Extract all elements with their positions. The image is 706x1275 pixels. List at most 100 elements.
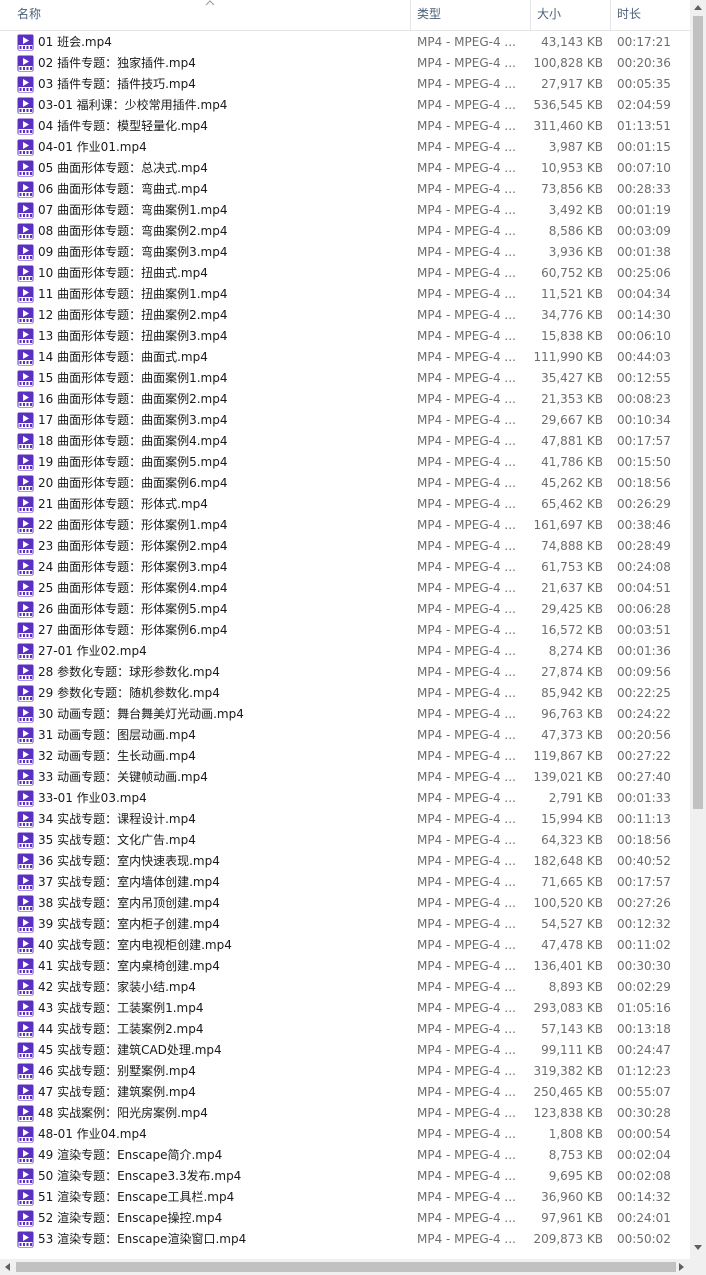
file-row[interactable]: 35 实战专题：文化广告.mp4 MP4 - MPEG-4 ... 64,323 K… xyxy=(0,830,690,851)
file-row[interactable]: 37 实战专题：室内墙体创建.mp4 MP4 - MPEG-4 ... 71,665… xyxy=(0,872,690,893)
file-duration: 00:24:08 xyxy=(617,560,671,574)
file-row[interactable]: 31 动画专题：图层动画.mp4 MP4 - MPEG-4 ... 47,373 K… xyxy=(0,725,690,746)
file-row[interactable]: 45 实战专题：建筑CAD处理.mp4 MP4 - MPEG-4 ... 99,11… xyxy=(0,1040,690,1061)
file-row[interactable]: 32 动画专题：生长动画.mp4 MP4 - MPEG-4 ... 119,867 … xyxy=(0,746,690,767)
file-row[interactable]: 21 曲面形体专题：形体式.mp4 MP4 - MPEG-4 ... 65,462 … xyxy=(0,494,690,515)
file-type: MP4 - MPEG-4 ... xyxy=(417,434,516,448)
file-row[interactable]: 48 实战案例：阳光房案例.mp4 MP4 - MPEG-4 ... 123,838… xyxy=(0,1103,690,1124)
file-size: 161,697 KB xyxy=(533,518,603,532)
column-header-duration[interactable]: 时长 xyxy=(611,0,690,30)
file-row[interactable]: 53 渲染专题：Enscape渲染窗口.mp4 MP4 - MPEG-4 ... 2… xyxy=(0,1229,690,1250)
file-row[interactable]: 34 实战专题：课程设计.mp4 MP4 - MPEG-4 ... 15,994 K… xyxy=(0,809,690,830)
file-duration: 00:24:47 xyxy=(617,1043,671,1057)
mp4-video-file-icon xyxy=(17,1189,34,1206)
mp4-video-file-icon xyxy=(17,1105,34,1122)
file-row[interactable]: 12 曲面形体专题：扭曲案例2.mp4 MP4 - MPEG-4 ... 34,77… xyxy=(0,305,690,326)
file-row[interactable]: 38 实战专题：室内吊顶创建.mp4 MP4 - MPEG-4 ... 100,52… xyxy=(0,893,690,914)
file-duration: 00:06:10 xyxy=(617,329,671,343)
file-row[interactable]: 42 实战专题：家装小结.mp4 MP4 - MPEG-4 ... 8,893 KB… xyxy=(0,977,690,998)
file-duration: 00:13:18 xyxy=(617,1022,671,1036)
file-size: 74,888 KB xyxy=(541,539,603,553)
file-row[interactable]: 51 渲染专题：Enscape工具栏.mp4 MP4 - MPEG-4 ... 36… xyxy=(0,1187,690,1208)
file-name: 24 曲面形体专题：形体案例3.mp4 xyxy=(38,560,228,574)
file-size: 61,753 KB xyxy=(541,560,603,574)
file-row[interactable]: 43 实战专题：工装案例1.mp4 MP4 - MPEG-4 ... 293,083… xyxy=(0,998,690,1019)
file-row[interactable]: 48-01 作业04.mp4 MP4 - MPEG-4 ... 1,808 KB 00… xyxy=(0,1124,690,1145)
file-size: 10,953 KB xyxy=(541,161,603,175)
file-row[interactable]: 06 曲面形体专题：弯曲式.mp4 MP4 - MPEG-4 ... 73,856 … xyxy=(0,179,690,200)
column-header-type[interactable]: 类型 xyxy=(411,0,530,30)
file-row[interactable]: 16 曲面形体专题：曲面案例2.mp4 MP4 - MPEG-4 ... 21,35… xyxy=(0,389,690,410)
file-duration: 00:09:56 xyxy=(617,665,671,679)
mp4-video-file-icon xyxy=(17,874,34,891)
file-row[interactable]: 25 曲面形体专题：形体案例4.mp4 MP4 - MPEG-4 ... 21,63… xyxy=(0,578,690,599)
vertical-scroll-thumb[interactable] xyxy=(693,16,703,809)
file-row[interactable]: 18 曲面形体专题：曲面案例4.mp4 MP4 - MPEG-4 ... 47,88… xyxy=(0,431,690,452)
file-size: 64,323 KB xyxy=(541,833,603,847)
file-row[interactable]: 33-01 作业03.mp4 MP4 - MPEG-4 ... 2,791 KB 00… xyxy=(0,788,690,809)
scroll-right-icon[interactable] xyxy=(678,1262,686,1272)
file-size: 65,462 KB xyxy=(541,497,603,511)
scroll-left-icon[interactable] xyxy=(3,1262,11,1272)
file-row[interactable]: 15 曲面形体专题：曲面案例1.mp4 MP4 - MPEG-4 ... 35,42… xyxy=(0,368,690,389)
file-row[interactable]: 03-01 福利课：少校常用插件.mp4 MP4 - MPEG-4 ... 536,… xyxy=(0,95,690,116)
file-row[interactable]: 04-01 作业01.mp4 MP4 - MPEG-4 ... 3,987 KB 00… xyxy=(0,137,690,158)
file-row[interactable]: 28 参数化专题：球形参数化.mp4 MP4 - MPEG-4 ... 27,874… xyxy=(0,662,690,683)
file-row[interactable]: 44 实战专题：工装案例2.mp4 MP4 - MPEG-4 ... 57,143 … xyxy=(0,1019,690,1040)
file-row[interactable]: 40 实战专题：室内电视柜创建.mp4 MP4 - MPEG-4 ... 47,47… xyxy=(0,935,690,956)
file-size: 8,586 KB xyxy=(548,224,603,238)
file-row[interactable]: 11 曲面形体专题：扭曲案例1.mp4 MP4 - MPEG-4 ... 11,52… xyxy=(0,284,690,305)
file-row[interactable]: 30 动画专题：舞台舞美灯光动画.mp4 MP4 - MPEG-4 ... 96,7… xyxy=(0,704,690,725)
file-row[interactable]: 10 曲面形体专题：扭曲式.mp4 MP4 - MPEG-4 ... 60,752 … xyxy=(0,263,690,284)
mp4-video-file-icon xyxy=(17,55,34,72)
file-duration: 00:20:36 xyxy=(617,56,671,70)
file-row[interactable]: 04 插件专题：模型轻量化.mp4 MP4 - MPEG-4 ... 311,460… xyxy=(0,116,690,137)
file-size: 100,828 KB xyxy=(533,56,603,70)
file-row[interactable]: 02 插件专题：独家插件.mp4 MP4 - MPEG-4 ... 100,828 … xyxy=(0,53,690,74)
file-row[interactable]: 13 曲面形体专题：扭曲案例3.mp4 MP4 - MPEG-4 ... 15,83… xyxy=(0,326,690,347)
file-row[interactable]: 01 班会.mp4 MP4 - MPEG-4 ... 43,143 KB 00:17:… xyxy=(0,32,690,53)
file-row[interactable]: 22 曲面形体专题：形体案例1.mp4 MP4 - MPEG-4 ... 161,6… xyxy=(0,515,690,536)
file-row[interactable]: 26 曲面形体专题：形体案例5.mp4 MP4 - MPEG-4 ... 29,42… xyxy=(0,599,690,620)
file-row[interactable]: 39 实战专题：室内柜子创建.mp4 MP4 - MPEG-4 ... 54,527… xyxy=(0,914,690,935)
file-size: 319,382 KB xyxy=(533,1064,603,1078)
file-name: 23 曲面形体专题：形体案例2.mp4 xyxy=(38,539,228,553)
file-row[interactable]: 05 曲面形体专题：总决式.mp4 MP4 - MPEG-4 ... 10,953 … xyxy=(0,158,690,179)
file-row[interactable]: 07 曲面形体专题：弯曲案例1.mp4 MP4 - MPEG-4 ... 3,492… xyxy=(0,200,690,221)
file-type: MP4 - MPEG-4 ... xyxy=(417,728,516,742)
file-row[interactable]: 20 曲面形体专题：曲面案例6.mp4 MP4 - MPEG-4 ... 45,26… xyxy=(0,473,690,494)
file-size: 9,695 KB xyxy=(548,1169,603,1183)
file-row[interactable]: 23 曲面形体专题：形体案例2.mp4 MP4 - MPEG-4 ... 74,88… xyxy=(0,536,690,557)
horizontal-scroll-thumb[interactable] xyxy=(16,1262,676,1272)
file-duration: 00:11:13 xyxy=(617,812,671,826)
file-row[interactable]: 46 实战专题：别墅案例.mp4 MP4 - MPEG-4 ... 319,382 … xyxy=(0,1061,690,1082)
file-row[interactable]: 52 渲染专题：Enscape操控.mp4 MP4 - MPEG-4 ... 97,… xyxy=(0,1208,690,1229)
file-row[interactable]: 27 曲面形体专题：形体案例6.mp4 MP4 - MPEG-4 ... 16,57… xyxy=(0,620,690,641)
mp4-video-file-icon xyxy=(17,454,34,471)
file-size: 60,752 KB xyxy=(541,266,603,280)
file-row[interactable]: 27-01 作业02.mp4 MP4 - MPEG-4 ... 8,274 KB 00… xyxy=(0,641,690,662)
file-row[interactable]: 50 渲染专题：Enscape3.3发布.mp4 MP4 - MPEG-4 ...… xyxy=(0,1166,690,1187)
file-row[interactable]: 33 动画专题：关键帧动画.mp4 MP4 - MPEG-4 ... 139,021… xyxy=(0,767,690,788)
file-row[interactable]: 29 参数化专题：随机参数化.mp4 MP4 - MPEG-4 ... 85,942… xyxy=(0,683,690,704)
file-type: MP4 - MPEG-4 ... xyxy=(417,476,516,490)
file-row[interactable]: 19 曲面形体专题：曲面案例5.mp4 MP4 - MPEG-4 ... 41,78… xyxy=(0,452,690,473)
file-row[interactable]: 09 曲面形体专题：弯曲案例3.mp4 MP4 - MPEG-4 ... 3,936… xyxy=(0,242,690,263)
file-row[interactable]: 41 实战专题：室内桌椅创建.mp4 MP4 - MPEG-4 ... 136,40… xyxy=(0,956,690,977)
file-type: MP4 - MPEG-4 ... xyxy=(417,1148,516,1162)
file-row[interactable]: 08 曲面形体专题：弯曲案例2.mp4 MP4 - MPEG-4 ... 8,586… xyxy=(0,221,690,242)
file-row[interactable]: 17 曲面形体专题：曲面案例3.mp4 MP4 - MPEG-4 ... 29,66… xyxy=(0,410,690,431)
file-row[interactable]: 14 曲面形体专题：曲面式.mp4 MP4 - MPEG-4 ... 111,990… xyxy=(0,347,690,368)
file-row[interactable]: 03 插件专题：插件技巧.mp4 MP4 - MPEG-4 ... 27,917 K… xyxy=(0,74,690,95)
scroll-down-icon[interactable] xyxy=(693,1244,703,1252)
file-row[interactable]: 49 渲染专题：Enscape简介.mp4 MP4 - MPEG-4 ... 8,7… xyxy=(0,1145,690,1166)
file-size: 54,527 KB xyxy=(541,917,603,931)
mp4-video-file-icon xyxy=(17,97,34,114)
file-name: 36 实战专题：室内快速表现.mp4 xyxy=(38,854,220,868)
file-row[interactable]: 36 实战专题：室内快速表现.mp4 MP4 - MPEG-4 ... 182,64… xyxy=(0,851,690,872)
mp4-video-file-icon xyxy=(17,601,34,618)
column-header-size[interactable]: 大小 xyxy=(531,0,610,30)
scroll-up-icon[interactable] xyxy=(693,3,703,11)
file-row[interactable]: 47 实战专题：建筑案例.mp4 MP4 - MPEG-4 ... 250,465 … xyxy=(0,1082,690,1103)
file-row[interactable]: 24 曲面形体专题：形体案例3.mp4 MP4 - MPEG-4 ... 61,75… xyxy=(0,557,690,578)
